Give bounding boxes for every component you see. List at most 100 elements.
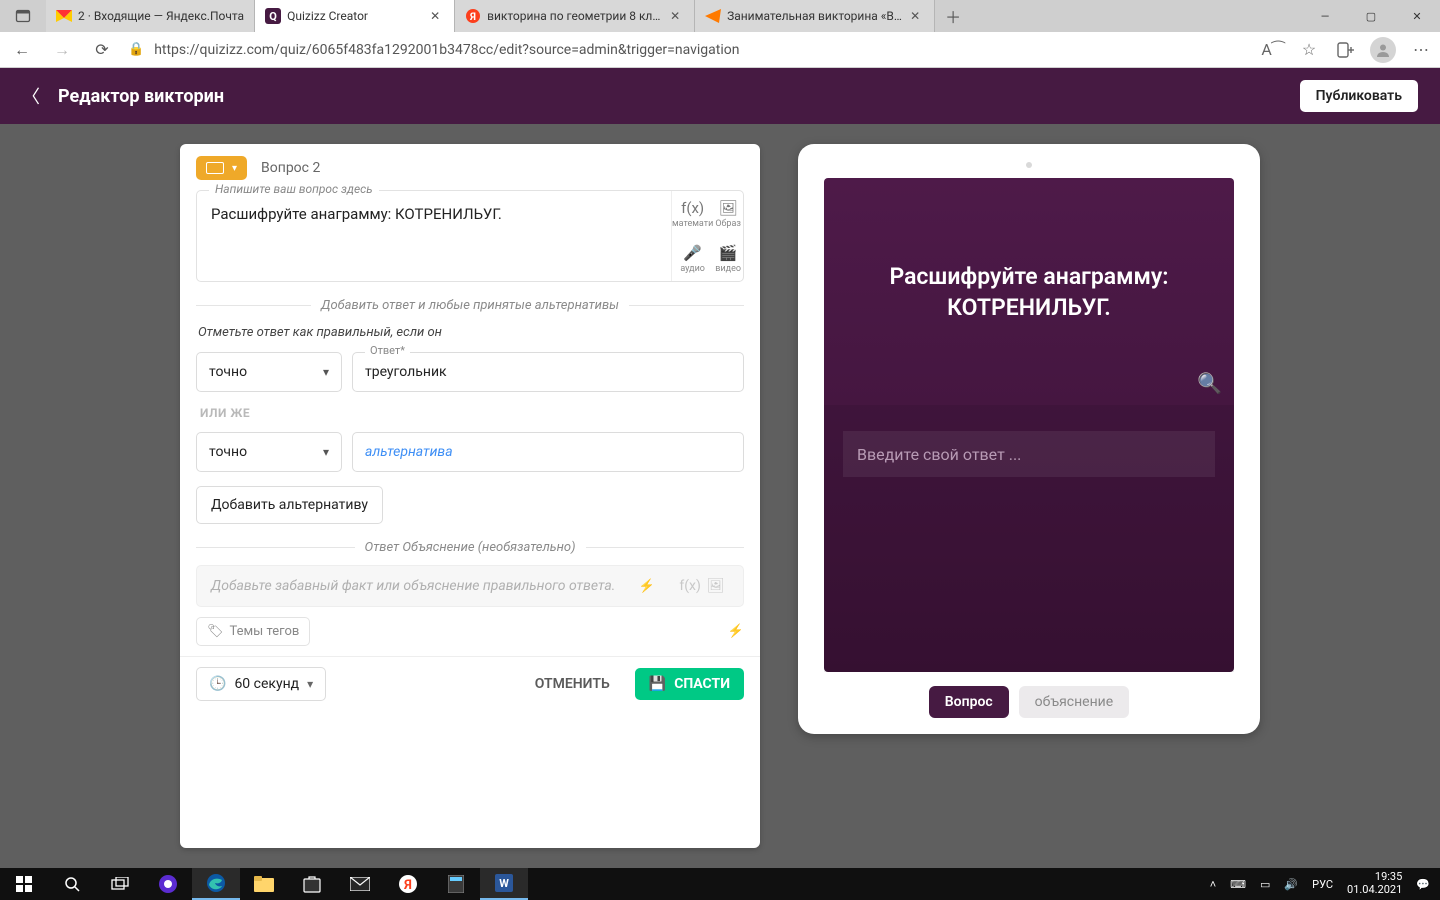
preview-tab-explanation[interactable]: объяснение — [1019, 686, 1130, 718]
start-button[interactable] — [0, 868, 48, 900]
read-aloud-icon[interactable]: A⁀ — [1262, 39, 1284, 61]
browser-tab-2[interactable]: Я викторина по геометрии 8 клас ✕ — [455, 0, 695, 32]
or-label: ИЛИ ЖЕ — [200, 406, 740, 420]
tab-title: Занимательная викторина «Вес — [727, 9, 904, 23]
question-input[interactable]: Расшифруйте анаграмму: КОТРЕНИЛЬУГ. — [197, 191, 671, 281]
insert-video-button[interactable]: 🎬 видео — [713, 236, 743, 281]
save-icon: 💾 — [649, 676, 666, 692]
window-maximize[interactable]: ▢ — [1348, 0, 1394, 32]
preview-tab-question[interactable]: Вопрос — [929, 686, 1009, 718]
window-close[interactable]: ✕ — [1394, 0, 1440, 32]
back-button[interactable]: 〈 — [22, 83, 40, 109]
svg-text:Я: Я — [403, 878, 412, 893]
workspace: ▾ Вопрос 2 Напишите ваш вопрос здесь Рас… — [0, 124, 1440, 868]
media-label: Образ — [715, 219, 741, 229]
answer-field: Ответ* — [352, 352, 744, 392]
powerup-icon[interactable]: ⚡ — [633, 566, 661, 606]
tray-keyboard-icon[interactable]: ⌨ — [1230, 878, 1246, 891]
powerup-icon[interactable]: ⚡ — [728, 624, 744, 639]
close-icon[interactable]: ✕ — [670, 9, 684, 23]
question-type-selector[interactable]: ▾ — [196, 156, 247, 180]
save-button[interactable]: 💾 СПАСТИ — [635, 668, 744, 700]
nav-forward-button: → — [48, 36, 76, 64]
taskbar-app-explorer[interactable] — [240, 868, 288, 900]
app-header: 〈 Редактор викторин Публиковать — [0, 68, 1440, 124]
tray-volume-icon[interactable]: 🔊 — [1284, 878, 1298, 891]
preview-question-text: Расшифруйте анаграмму: КОТРЕНИЛЬУГ. — [850, 261, 1208, 323]
chevron-down-icon: ▾ — [307, 677, 313, 691]
math-icon[interactable]: f(x) — [679, 578, 700, 594]
tray-date: 01.04.2021 — [1347, 884, 1402, 897]
browser-tab-0[interactable]: 2 · Входящие — Яндекс.Почта — [46, 0, 255, 32]
tray-clock[interactable]: 19:35 01.04.2021 — [1347, 871, 1402, 896]
browser-tab-3[interactable]: Занимательная викторина «Вес ✕ — [695, 0, 935, 32]
tags-input[interactable]: 🏷 Темы тегов — [196, 617, 310, 646]
question-editor: ▾ Вопрос 2 Напишите ваш вопрос здесь Рас… — [180, 144, 760, 848]
nav-reload-button[interactable]: ⟳ — [88, 36, 116, 64]
tray-notifications-icon[interactable]: 💬 — [1416, 878, 1430, 891]
alt-match-mode-select[interactable]: точно ▾ — [196, 432, 342, 472]
fill-blank-icon — [206, 162, 224, 174]
address-bar[interactable]: 🔒 https://quizizz.com/quiz/6065f483fa129… — [128, 42, 1250, 58]
close-icon[interactable]: ✕ — [430, 9, 444, 23]
explanation-box: Добавьте забавный факт или объяснение пр… — [196, 565, 744, 607]
explanation-input[interactable]: Добавьте забавный факт или объяснение пр… — [197, 566, 633, 606]
tray-battery-icon[interactable]: ▭ — [1260, 878, 1270, 891]
add-alternative-button[interactable]: Добавить альтернативу — [196, 486, 383, 524]
tray-chevron-up-icon[interactable]: ˄ — [1210, 878, 1216, 891]
svg-text:W: W — [499, 877, 509, 890]
profile-avatar[interactable] — [1370, 37, 1396, 63]
svg-text:Я: Я — [469, 12, 476, 23]
window-titlebar: 2 · Входящие — Яндекс.Почта Q Quizizz Cr… — [0, 0, 1440, 32]
answer-input[interactable] — [353, 353, 743, 391]
tab-actions-icon[interactable] — [0, 0, 46, 32]
insert-math-button[interactable]: f(x)математи — [672, 191, 713, 236]
taskbar-app-word[interactable]: W — [480, 868, 528, 900]
task-view-button[interactable] — [96, 868, 144, 900]
preview-screen: Расшифруйте анаграмму: КОТРЕНИЛЬУГ. 🔍 — [824, 178, 1234, 672]
math-icon: f(x) — [681, 199, 704, 217]
media-toolbar: f(x)математи 🖼Образ 🎤аудио 🎬 видео — [671, 191, 743, 281]
taskbar-app-edge[interactable] — [192, 868, 240, 900]
tab-title: 2 · Входящие — Яндекс.Почта — [78, 9, 244, 23]
favorites-icon[interactable]: ☆ — [1298, 39, 1320, 61]
media-label: аудио — [680, 264, 705, 274]
mail-favicon — [56, 8, 72, 24]
time-limit-select[interactable]: 🕒 60 секунд ▾ — [196, 667, 326, 701]
taskbar-app-mail[interactable] — [336, 868, 384, 900]
publish-button[interactable]: Публиковать — [1300, 80, 1418, 112]
close-icon[interactable]: ✕ — [910, 9, 924, 23]
collections-icon[interactable] — [1334, 39, 1356, 61]
question-number: Вопрос 2 — [261, 160, 320, 176]
explanation-section-label: Ответ Объяснение (необязательно) — [365, 540, 576, 555]
insert-audio-button[interactable]: 🎤аудио — [672, 236, 713, 281]
tab-title: Quizizz Creator — [287, 9, 424, 23]
search-button[interactable] — [48, 868, 96, 900]
more-icon[interactable]: ⋯ — [1410, 39, 1432, 61]
match-mode-value: точно — [209, 364, 247, 380]
image-icon[interactable]: 🖼 — [707, 578, 725, 594]
lock-icon: 🔒 — [128, 42, 144, 57]
cancel-button[interactable]: ОТМЕНИТЬ — [520, 667, 625, 701]
browser-tab-1[interactable]: Q Quizizz Creator ✕ — [255, 0, 455, 32]
match-mode-select[interactable]: точно ▾ — [196, 352, 342, 392]
tag-icon: 🏷 — [207, 624, 224, 639]
zoom-icon[interactable]: 🔍 — [1197, 371, 1222, 395]
tray-language[interactable]: РУС — [1312, 878, 1333, 891]
taskbar-app-alice[interactable] — [144, 868, 192, 900]
new-tab-button[interactable]: ＋ — [935, 0, 971, 32]
preview-answer-input[interactable] — [843, 431, 1215, 477]
browser-toolbar: ← → ⟳ 🔒 https://quizizz.com/quiz/6065f48… — [0, 32, 1440, 68]
quizizz-favicon: Q — [265, 8, 281, 24]
alt-answer-input[interactable] — [353, 433, 743, 471]
media-label: видео — [715, 264, 741, 274]
taskbar-app-calculator[interactable] — [432, 868, 480, 900]
save-label: СПАСТИ — [674, 676, 730, 692]
video-icon: 🎬 — [719, 244, 738, 262]
site-favicon — [705, 8, 721, 24]
nav-back-button[interactable]: ← — [8, 36, 36, 64]
insert-image-button[interactable]: 🖼Образ — [713, 191, 743, 236]
taskbar-app-yandex[interactable]: Я — [384, 868, 432, 900]
window-minimize[interactable]: — — [1302, 0, 1348, 32]
taskbar-app-store[interactable] — [288, 868, 336, 900]
